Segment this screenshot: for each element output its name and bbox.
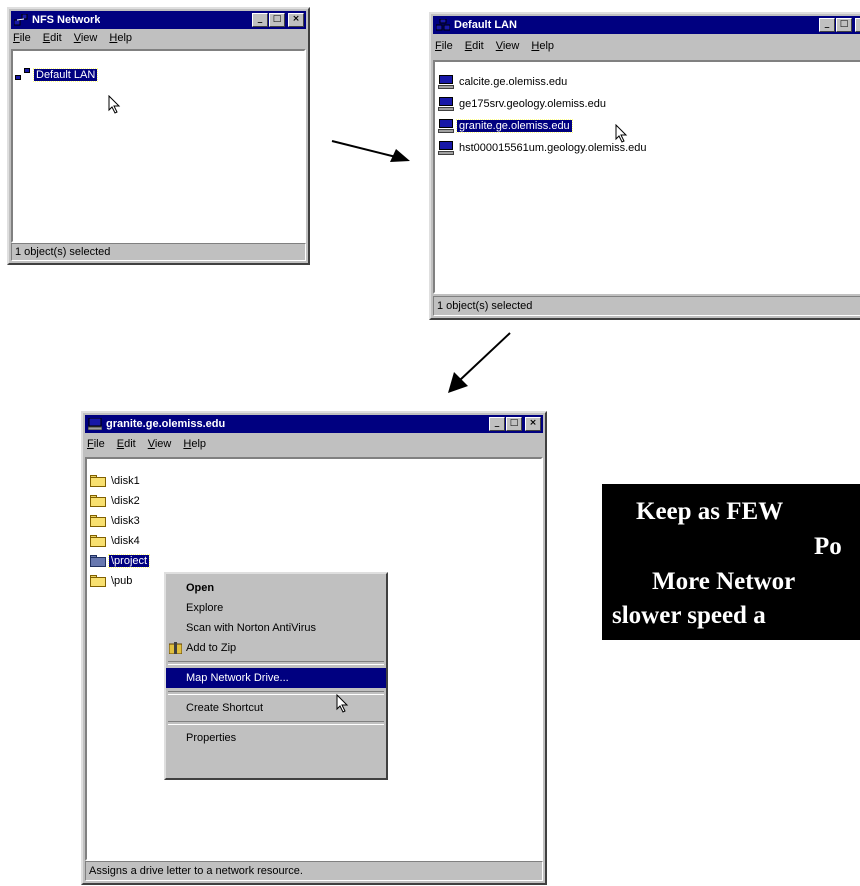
- computer-icon: [438, 141, 454, 155]
- menu-view[interactable]: View: [148, 438, 172, 450]
- list-item[interactable]: Default LAN: [15, 67, 99, 83]
- menu-view[interactable]: View: [496, 40, 520, 52]
- mouse-cursor-icon: [108, 95, 121, 114]
- item-label: \disk1: [111, 475, 140, 487]
- item-label: Default LAN: [32, 68, 99, 82]
- window-title: NFS Network: [32, 14, 101, 26]
- computer-icon: [438, 75, 454, 89]
- folder-icon: [90, 535, 106, 547]
- mouse-cursor-icon: [615, 124, 628, 143]
- folder-icon: [90, 515, 106, 527]
- close-button[interactable]: ×: [855, 18, 860, 32]
- menu-separator: [168, 661, 384, 665]
- item-label: \pub: [111, 575, 133, 587]
- network-folder-icon: [90, 555, 106, 567]
- item-label: \disk3: [111, 515, 140, 527]
- computer-icon: [438, 119, 454, 133]
- list-item[interactable]: ge175srv.geology.olemiss.edu: [438, 96, 608, 112]
- menu-help[interactable]: Help: [183, 438, 206, 450]
- menu-view[interactable]: View: [74, 32, 98, 44]
- menu-edit[interactable]: Edit: [43, 32, 62, 44]
- item-label: \disk2: [111, 495, 140, 507]
- folder-icon: [90, 575, 106, 587]
- arrow-right-icon: [331, 140, 410, 162]
- menu-bar: File Edit View Help: [431, 34, 860, 58]
- maximize-button[interactable]: □: [269, 13, 285, 27]
- item-label: calcite.ge.olemiss.edu: [459, 76, 568, 88]
- mouse-cursor-icon: [336, 694, 349, 713]
- callout-box: Keep as FEW Po More Networ slower speed …: [602, 484, 860, 640]
- menu-item-properties[interactable]: Properties: [166, 728, 386, 748]
- status-bar: 1 object(s) selected: [11, 243, 306, 261]
- menu-item-open[interactable]: Open: [166, 578, 386, 598]
- list-item[interactable]: \pub: [90, 573, 134, 589]
- network-icon: [13, 13, 28, 26]
- callout-line: Keep as FEW: [636, 498, 784, 525]
- close-button[interactable]: ×: [525, 417, 541, 431]
- lan-icon: [15, 68, 31, 82]
- nfs-network-window: NFS Network _ □ × File Edit View Help De…: [7, 7, 310, 265]
- lan-content-pane: calcite.ge.olemiss.edu ge175srv.geology.…: [433, 60, 860, 294]
- computer-icon: [438, 97, 454, 111]
- computer-icon: [87, 417, 103, 431]
- folder-icon: [90, 475, 106, 487]
- status-bar: Assigns a drive letter to a network reso…: [85, 861, 543, 881]
- list-item[interactable]: \disk3: [90, 513, 142, 529]
- arrow-down-left-icon: [448, 332, 511, 393]
- item-label: granite.ge.olemiss.edu: [456, 119, 573, 133]
- menu-item-scan-norton[interactable]: Scan with Norton AntiVirus: [166, 618, 386, 638]
- callout-line: Po: [814, 533, 842, 560]
- menu-item-add-to-zip[interactable]: Add to Zip: [166, 638, 386, 658]
- lan-icon: [435, 18, 451, 31]
- close-button[interactable]: ×: [288, 13, 304, 27]
- window-title: Default LAN: [454, 19, 517, 31]
- zip-icon: [169, 642, 182, 654]
- menu-file[interactable]: File: [435, 40, 453, 52]
- window-title: granite.ge.olemiss.edu: [106, 418, 226, 430]
- menu-edit[interactable]: Edit: [465, 40, 484, 52]
- default-lan-window: Default LAN _ □ × File Edit View Help ca…: [429, 12, 860, 320]
- list-item[interactable]: \disk4: [90, 533, 142, 549]
- nfs-content-pane: Default LAN: [11, 49, 306, 243]
- minimize-button[interactable]: _: [252, 13, 268, 27]
- callout-line: slower speed a: [612, 602, 766, 629]
- menu-help[interactable]: Help: [109, 32, 132, 44]
- menu-separator: [168, 721, 384, 725]
- menu-item-explore[interactable]: Explore: [166, 598, 386, 618]
- list-item[interactable]: granite.ge.olemiss.edu: [438, 118, 573, 134]
- item-label: ge175srv.geology.olemiss.edu: [459, 98, 606, 110]
- callout-line: More Networ: [652, 568, 796, 595]
- lan-title-bar[interactable]: Default LAN _ □ ×: [433, 16, 860, 34]
- minimize-button[interactable]: _: [819, 18, 835, 32]
- folder-icon: [90, 495, 106, 507]
- menu-file[interactable]: File: [13, 32, 31, 44]
- item-label: \disk4: [111, 535, 140, 547]
- minimize-button[interactable]: _: [489, 417, 505, 431]
- menu-bar: File Edit View Help: [83, 433, 545, 455]
- maximize-button[interactable]: □: [836, 18, 852, 32]
- context-menu: Open Explore Scan with Norton AntiVirus …: [164, 572, 388, 780]
- granite-title-bar[interactable]: granite.ge.olemiss.edu _ □ ×: [85, 415, 543, 433]
- menu-file[interactable]: File: [87, 438, 105, 450]
- item-label: \project: [107, 554, 151, 568]
- menu-bar: File Edit View Help: [9, 29, 308, 47]
- nfs-title-bar[interactable]: NFS Network _ □ ×: [11, 11, 306, 29]
- status-bar: 1 object(s) selected: [433, 296, 860, 316]
- menu-item-map-network-drive[interactable]: Map Network Drive...: [166, 668, 386, 688]
- menu-help[interactable]: Help: [531, 40, 554, 52]
- list-item[interactable]: \disk2: [90, 493, 142, 509]
- list-item[interactable]: \project: [90, 553, 151, 569]
- menu-separator: [168, 691, 384, 695]
- list-item[interactable]: \disk1: [90, 473, 142, 489]
- list-item[interactable]: calcite.ge.olemiss.edu: [438, 74, 569, 90]
- menu-item-create-shortcut[interactable]: Create Shortcut: [166, 698, 386, 718]
- maximize-button[interactable]: □: [506, 417, 522, 431]
- menu-edit[interactable]: Edit: [117, 438, 136, 450]
